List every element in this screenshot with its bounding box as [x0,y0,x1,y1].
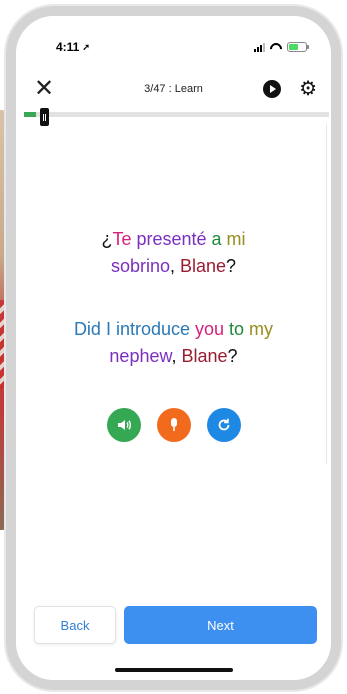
phone-frame: 4:11 ➚ ✕ 3/47 : Learn ⚙ ¿Te presenté a m… [6,6,341,690]
word[interactable]: you [190,319,224,339]
status-indicators [254,42,309,52]
word[interactable]: Did I introduce [74,319,190,339]
word: ¿ [101,229,113,249]
word[interactable]: Blane [180,256,226,276]
speaker-icon [117,420,131,430]
word: ? [227,346,238,366]
gear-icon[interactable]: ⚙ [299,79,317,99]
navigation-bar: Back Next [34,606,317,644]
app-screen: 4:11 ➚ ✕ 3/47 : Learn ⚙ ¿Te presenté a m… [16,16,331,680]
word[interactable]: to [224,319,244,339]
lesson-header: ✕ 3/47 : Learn ⚙ [16,74,331,104]
word[interactable]: a [207,229,222,249]
lesson-progress-fill [24,112,37,117]
play-icon[interactable] [263,80,282,98]
microphone-button[interactable] [156,408,191,442]
replay-button[interactable] [206,408,241,442]
clock: 4:11 [56,40,80,54]
word: , [169,256,180,276]
wifi-icon [270,43,282,52]
word[interactable]: nephew [109,346,171,366]
status-time: 4:11 ➚ [56,40,90,54]
word[interactable]: Blane [182,346,228,366]
speaker-button[interactable] [106,408,141,442]
progress-drag-handle[interactable] [40,108,50,126]
word[interactable]: Te [112,229,131,249]
word[interactable]: sobrino [111,256,170,276]
battery-icon [287,42,309,52]
word: , [171,346,182,366]
microphone-icon [170,418,177,431]
location-arrow-icon: ➚ [82,41,90,52]
word: ? [226,256,237,276]
status-bar: 4:11 ➚ [16,36,331,58]
home-indicator [114,668,233,672]
english-sentence: Did I introduce you to my nephew, Blane? [36,316,311,370]
close-icon[interactable]: ✕ [34,77,54,101]
replay-icon [218,418,229,431]
header-actions: ⚙ [263,79,317,99]
cellular-signal-icon [254,42,265,52]
back-button[interactable]: Back [34,606,116,644]
word[interactable]: presenté [131,229,206,249]
spanish-sentence: ¿Te presenté a mi sobrino, Blane? [36,226,311,280]
audio-controls [16,408,331,442]
lesson-progress-bar[interactable] [24,108,329,126]
word[interactable]: my [244,319,273,339]
word[interactable]: mi [222,229,246,249]
next-button[interactable]: Next [124,606,317,644]
